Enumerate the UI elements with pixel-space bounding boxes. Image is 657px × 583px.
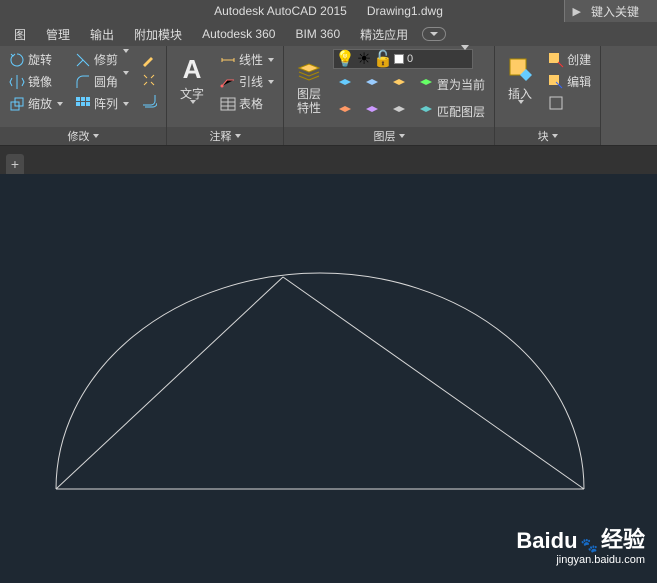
trim-button[interactable]: 修剪 — [71, 49, 133, 70]
fillet-button[interactable]: 圆角 — [71, 71, 133, 92]
scale-button[interactable]: 缩放 — [5, 93, 67, 114]
panel-annotate: A 文字 线性 引线 表格 注释 — [167, 46, 284, 145]
block-attr-icon — [548, 95, 564, 111]
new-file-tab[interactable]: + — [6, 154, 24, 174]
make-current-button[interactable]: 置为当前 — [414, 74, 489, 95]
insert-block-icon — [506, 55, 534, 83]
panel-layers: 图层 特性 💡 ☀ 🔓 0 置为当前 — [284, 46, 495, 145]
make-current-icon — [418, 76, 434, 92]
layer-combo[interactable]: 💡 ☀ 🔓 0 — [333, 49, 473, 69]
chevron-down-icon — [461, 50, 469, 68]
trim-icon — [75, 52, 91, 68]
explode-icon — [141, 72, 157, 88]
create-block-icon — [548, 52, 564, 68]
layer-thaw-button[interactable] — [387, 101, 411, 121]
layer-lock-icon — [391, 76, 407, 92]
ribbon: 旋转 镜像 缩放 修剪 圆角 阵列 修改 A 文字 线性 — [0, 46, 657, 146]
tab-view[interactable]: 图 — [4, 23, 36, 46]
layer-lock-button[interactable] — [387, 74, 411, 94]
scale-icon — [9, 96, 25, 112]
create-block-button[interactable]: 创建 — [544, 49, 595, 70]
array-button[interactable]: 阵列 — [71, 93, 133, 114]
linear-dim-icon — [220, 52, 236, 68]
rotate-icon — [9, 52, 25, 68]
layer-color-swatch — [394, 54, 404, 64]
layer-freeze-button[interactable] — [360, 74, 384, 94]
watermark: Baidu🐾经验 jingyan.baidu.com — [516, 522, 645, 566]
file-tab-bar: + — [0, 146, 657, 174]
ribbon-collapse-button[interactable] — [422, 27, 446, 41]
panel-block-title[interactable]: 块 — [495, 127, 600, 145]
leader-icon — [220, 74, 236, 90]
keyword-search[interactable]: ▶ 键入关键 — [564, 0, 657, 22]
tab-a360[interactable]: Autodesk 360 — [192, 24, 285, 44]
layer-on-button[interactable] — [360, 101, 384, 121]
layer-thaw-icon — [391, 103, 407, 119]
mirror-icon — [9, 74, 25, 90]
match-layer-icon — [418, 103, 434, 119]
leader-button[interactable]: 引线 — [216, 71, 278, 92]
watermark-url: jingyan.baidu.com — [516, 554, 645, 566]
app-name: Autodesk AutoCAD 2015 — [214, 4, 347, 18]
tab-addon[interactable]: 附加模块 — [124, 23, 192, 46]
layer-off-icon — [337, 76, 353, 92]
layer-freeze-icon — [364, 76, 380, 92]
title-bar: Autodesk AutoCAD 2015 Drawing1.dwg ▶ 键入关… — [0, 0, 657, 22]
rotate-button[interactable]: 旋转 — [5, 49, 67, 70]
block-attr-button[interactable] — [544, 93, 595, 113]
text-icon: A — [178, 55, 206, 83]
linear-dim-button[interactable]: 线性 — [216, 49, 278, 70]
pencil-icon — [141, 51, 157, 67]
sun-icon: ☀ — [356, 51, 372, 67]
layer-on-icon — [364, 103, 380, 119]
tab-output[interactable]: 输出 — [80, 23, 124, 46]
document-name: Drawing1.dwg — [367, 4, 443, 18]
layer-props-button[interactable]: 图层 特性 — [287, 49, 331, 124]
panel-block: 插入 创建 编辑 块 — [495, 46, 601, 145]
edit-block-icon — [548, 74, 564, 90]
layer-iso-icon — [337, 103, 353, 119]
tab-featured[interactable]: 精选应用 — [350, 23, 418, 46]
insert-block-button[interactable]: 插入 — [498, 49, 542, 124]
layer-off-button[interactable] — [333, 74, 357, 94]
drawing-canvas[interactable] — [0, 174, 657, 578]
ribbon-tabs: 图 管理 输出 附加模块 Autodesk 360 BIM 360 精选应用 — [0, 22, 657, 46]
offset-icon — [141, 93, 157, 109]
lightbulb-icon: 💡 — [337, 51, 353, 67]
layer-iso-button[interactable] — [333, 101, 357, 121]
explode-button[interactable] — [137, 70, 161, 90]
array-icon — [75, 96, 91, 112]
lock-icon: 🔓 — [375, 51, 391, 67]
table-button[interactable]: 表格 — [216, 93, 278, 114]
layer-props-icon — [295, 58, 323, 86]
fillet-icon — [75, 74, 91, 90]
offset-button[interactable] — [137, 91, 161, 111]
panel-modify: 旋转 镜像 缩放 修剪 圆角 阵列 修改 — [0, 46, 167, 145]
edit-block-button[interactable]: 编辑 — [544, 71, 595, 92]
match-layer-button[interactable]: 匹配图层 — [414, 101, 489, 122]
paw-icon: 🐾 — [581, 537, 598, 554]
stretch-button[interactable] — [137, 49, 161, 69]
panel-layers-title[interactable]: 图层 — [284, 127, 494, 145]
tab-manage[interactable]: 管理 — [36, 23, 80, 46]
panel-annotate-title[interactable]: 注释 — [167, 127, 283, 145]
mirror-button[interactable]: 镜像 — [5, 71, 67, 92]
layer-current-name: 0 — [407, 53, 458, 65]
text-button[interactable]: A 文字 — [170, 49, 214, 124]
table-icon — [220, 96, 236, 112]
tab-bim360[interactable]: BIM 360 — [285, 24, 350, 44]
panel-modify-title[interactable]: 修改 — [0, 127, 166, 145]
